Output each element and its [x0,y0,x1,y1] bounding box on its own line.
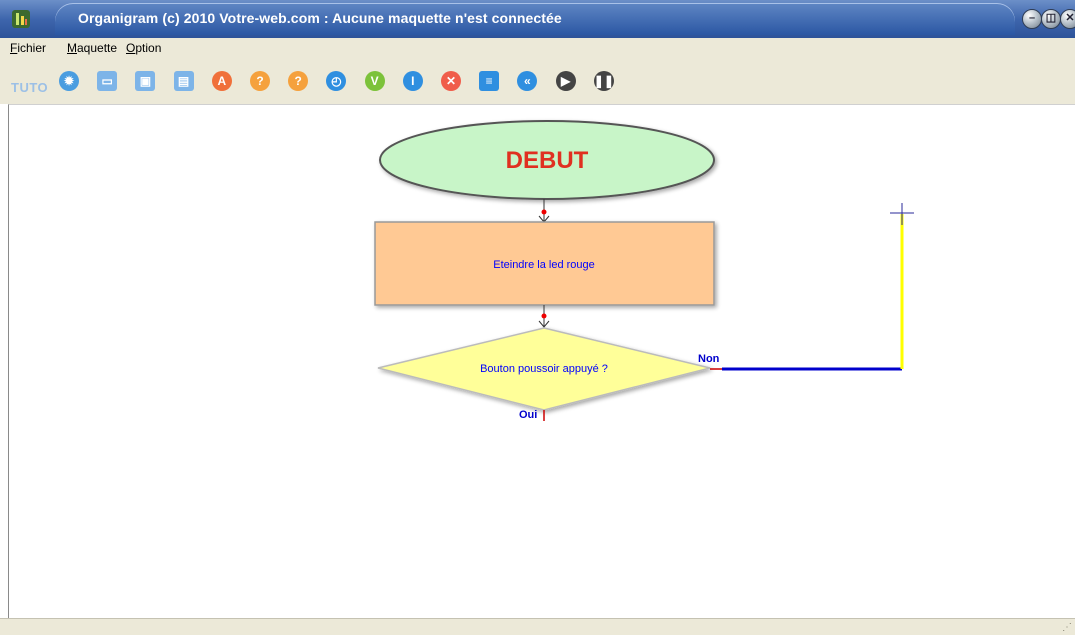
yes-branch-label: Oui [519,409,537,421]
start-label: DEBUT [506,147,589,174]
connector-dot [541,313,547,319]
status-bar: ⋰ [0,618,1075,635]
connector-dot [541,209,547,215]
resize-grip-icon[interactable]: ⋰ [1062,622,1072,633]
flowchart-diagram: DEBUT Eteindre la led rouge Bouton pouss… [374,120,914,421]
decision-label: Bouton poussoir appuyé ? [480,363,608,375]
no-branch-label: Non [698,353,720,365]
action-label: Eteindre la led rouge [493,259,595,271]
